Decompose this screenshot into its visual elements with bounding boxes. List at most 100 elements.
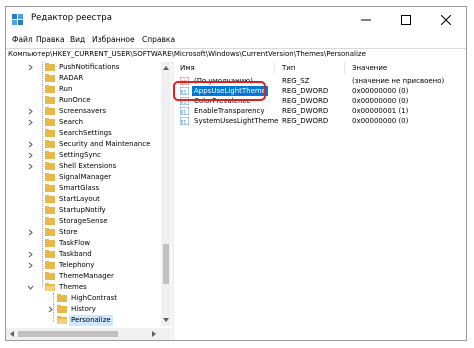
tree-item[interactable]: Shell Extensions (6, 161, 161, 172)
tree-item[interactable]: StartLayout (6, 194, 161, 205)
tree-item[interactable]: ThemeManager (6, 271, 161, 282)
tree-item[interactable]: Store (6, 227, 161, 238)
menu-help[interactable]: Справка (142, 35, 175, 44)
tree-item[interactable]: Search (6, 117, 161, 128)
chevron-right-icon[interactable] (27, 262, 34, 269)
address-path[interactable]: Компьютер\HKEY_CURRENT_USER\SOFTWARE\Mic… (8, 50, 366, 58)
chevron-right-icon[interactable] (27, 163, 34, 170)
chevron-right-icon[interactable] (27, 141, 34, 148)
tree-item[interactable]: History (6, 304, 161, 315)
chevron-right-icon[interactable] (47, 306, 54, 313)
title-bar[interactable]: Редактор реестра (6, 7, 466, 33)
scroll-up-icon[interactable] (162, 64, 170, 72)
tree-item-label: SignalManager (59, 173, 112, 181)
maximize-button[interactable] (386, 7, 426, 33)
values-list: Имя Тип Значение ab (По умолчанию) REG_S… (174, 62, 466, 340)
tree-item-label: RunOnce (59, 96, 91, 104)
tree-horizontal-scrollbar[interactable] (6, 328, 171, 340)
tree-item-selected[interactable]: Personalize (6, 315, 161, 326)
tree-item[interactable]: SmartGlass (6, 183, 161, 194)
tree-item[interactable]: RunOnce (6, 95, 161, 106)
folder-icon (45, 85, 55, 93)
folder-icon (45, 250, 55, 258)
menu-file[interactable]: Файл (12, 35, 33, 44)
tree-item[interactable]: PushNotifications (6, 62, 161, 73)
column-divider[interactable] (274, 62, 275, 74)
tree-item-label: StartupNotify (59, 206, 106, 214)
chevron-right-icon[interactable] (27, 64, 34, 71)
folder-icon (45, 151, 55, 159)
folder-icon (45, 162, 55, 170)
folder-icon (45, 129, 55, 137)
folder-icon (45, 173, 55, 181)
folder-icon (45, 140, 55, 148)
folder-icon (45, 96, 55, 104)
list-row[interactable]: 01 SystemUsesLightTheme REG_DWORD 0x0000… (174, 116, 466, 126)
tree-item[interactable]: HighContrast (6, 293, 161, 304)
menu-favorites[interactable]: Избранное (92, 35, 135, 44)
tree-vertical-scrollbar[interactable] (161, 62, 171, 326)
tree-item[interactable]: StartupNotify (6, 205, 161, 216)
tree-item-label: Run (59, 85, 73, 93)
tree-item[interactable]: SettingSync (6, 150, 161, 161)
tree-item-label: Themes (59, 283, 87, 291)
menu-view[interactable]: Вид (70, 35, 85, 44)
chevron-right-icon[interactable] (27, 229, 34, 236)
menu-edit[interactable]: Правка (36, 35, 65, 44)
chevron-right-icon[interactable] (27, 108, 34, 115)
tree-item-label: Search (59, 118, 84, 126)
tree-item-label: StartLayout (59, 195, 100, 203)
value-name: SystemUsesLightTheme (194, 117, 279, 125)
folder-open-icon (57, 316, 67, 324)
tree-item-label: HighContrast (71, 294, 117, 302)
chevron-right-icon[interactable] (27, 119, 34, 126)
folder-icon (45, 217, 55, 225)
minimize-icon (361, 19, 371, 21)
svg-text:01: 01 (181, 110, 187, 116)
tree-item[interactable]: TaskFlow (6, 238, 161, 249)
registry-editor-icon (12, 14, 23, 25)
tree-item-label: RADAR (59, 74, 84, 82)
tree-item[interactable]: Security and Maintenance (6, 139, 161, 150)
tree-item[interactable]: StorageSense (6, 216, 161, 227)
svg-text:01: 01 (181, 120, 187, 126)
value-data: 0x00000001 (1) (352, 107, 409, 115)
tree-item[interactable]: Themes (6, 282, 161, 293)
tree-item[interactable]: SearchSettings (6, 128, 161, 139)
column-divider[interactable] (344, 62, 345, 74)
minimize-button[interactable] (346, 7, 386, 33)
chevron-right-icon[interactable] (27, 251, 34, 258)
folder-icon (45, 261, 55, 269)
value-type: REG_DWORD (282, 97, 329, 105)
chevron-down-icon[interactable] (27, 284, 34, 291)
tree-item-label: SearchSettings (59, 129, 112, 137)
value-data: 0x00000000 (0) (352, 97, 409, 105)
scroll-down-icon[interactable] (162, 316, 170, 324)
list-row[interactable]: 01 EnableTransparency REG_DWORD 0x000000… (174, 106, 466, 116)
scrollbar-thumb[interactable] (163, 244, 169, 284)
folder-icon (57, 305, 67, 313)
tree-item-label: Store (59, 228, 78, 236)
tree-item[interactable]: RADAR (6, 73, 161, 84)
folder-icon (45, 195, 55, 203)
column-header-type[interactable]: Тип (282, 62, 295, 74)
tree-item[interactable]: Run (6, 84, 161, 95)
value-data: 0x00000000 (0) (352, 87, 409, 95)
dword-value-icon: 01 (180, 107, 189, 115)
scroll-left-icon[interactable] (8, 330, 16, 338)
key-tree: PushNotifications RADAR Run RunOnce Scre… (6, 62, 171, 340)
chevron-right-icon[interactable] (27, 152, 34, 159)
column-header-value[interactable]: Значение (352, 62, 387, 74)
tree-item[interactable]: Telephony (6, 260, 161, 271)
column-header-name[interactable]: Имя (180, 62, 195, 74)
folder-icon (45, 74, 55, 82)
address-bar[interactable]: Компьютер\HKEY_CURRENT_USER\SOFTWARE\Mic… (6, 48, 466, 63)
menu-bar: Файл Правка Вид Избранное Справка (6, 33, 466, 48)
scroll-right-icon[interactable] (150, 330, 158, 338)
tree-item[interactable]: Screensavers (6, 106, 161, 117)
tree-item[interactable]: Taskband (6, 249, 161, 260)
tree-item[interactable]: SignalManager (6, 172, 161, 183)
close-button[interactable] (426, 7, 466, 33)
scrollbar-thumb[interactable] (18, 331, 118, 337)
folder-icon (45, 272, 55, 280)
